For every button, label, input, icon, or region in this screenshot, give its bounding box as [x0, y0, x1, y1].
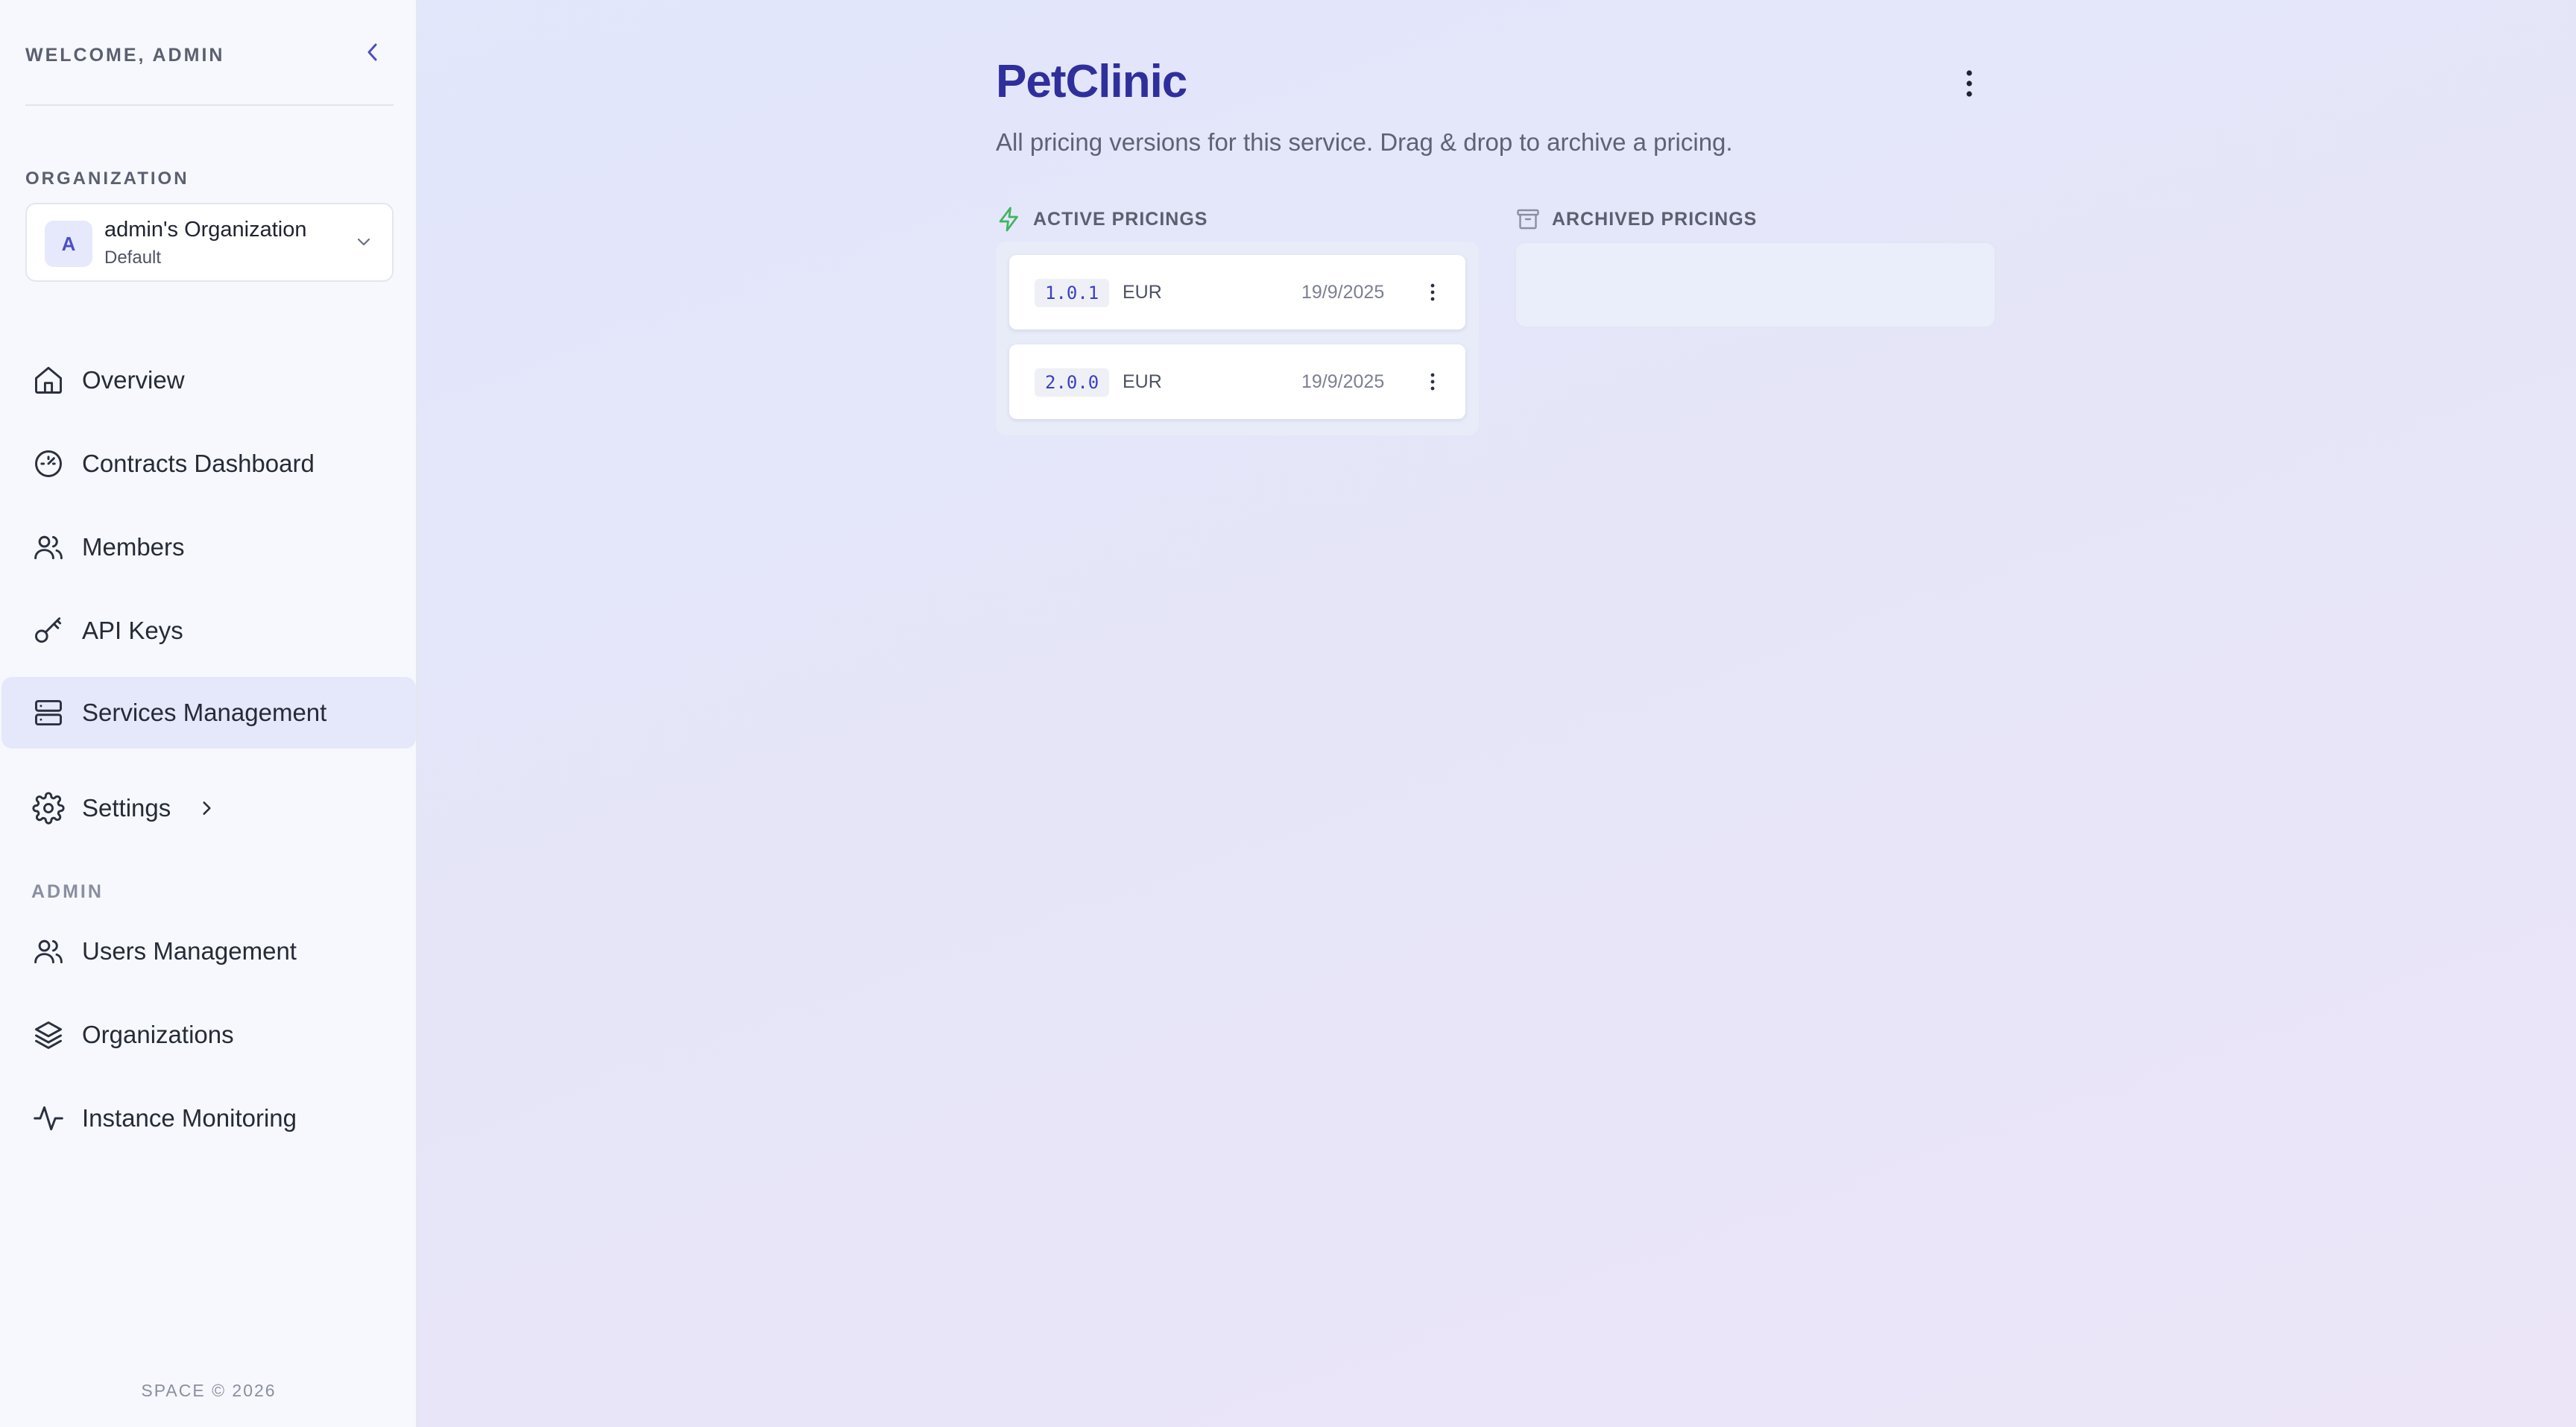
nav-label: Services Management: [82, 699, 327, 726]
organization-avatar: A: [45, 221, 92, 267]
key-icon: [31, 614, 66, 648]
nav-label: Members: [82, 533, 185, 561]
collapse-sidebar-button[interactable]: [359, 37, 386, 67]
page-subtitle: All pricing versions for this service. D…: [996, 128, 1733, 156]
admin-section-label: ADMIN: [31, 881, 104, 902]
pricing-card[interactable]: 2.0.0 EUR 19/9/2025: [1009, 344, 1465, 419]
gear-icon: [31, 791, 66, 825]
pricing-date: 19/9/2025: [1301, 282, 1385, 303]
chevron-down-icon: [357, 238, 370, 246]
active-pricings-header: ACTIVE PRICINGS: [996, 206, 1208, 233]
nav-item-services-management[interactable]: Services Management: [1, 677, 416, 749]
nav-item-users-management[interactable]: Users Management: [1, 916, 416, 987]
nav-label: Instance Monitoring: [82, 1104, 297, 1132]
organization-role: Default: [104, 248, 162, 268]
users-icon: [31, 934, 66, 968]
users-icon: [31, 530, 66, 564]
active-pricings-dropzone[interactable]: 1.0.1 EUR 19/9/2025 2.0.0 EUR 19/9/2025: [996, 242, 1479, 435]
nav-item-members[interactable]: Members: [1, 511, 416, 583]
layers-icon: [31, 1018, 66, 1052]
nav-item-overview[interactable]: Overview: [1, 344, 416, 416]
activity-icon: [31, 1101, 66, 1135]
sidebar-divider: [25, 104, 394, 106]
home-icon: [31, 363, 66, 397]
pricing-version: 1.0.1: [1035, 279, 1110, 307]
nav-item-api-keys[interactable]: API Keys: [1, 595, 416, 667]
pricing-options-button[interactable]: [1418, 364, 1448, 400]
nav-item-instance-monitoring[interactable]: Instance Monitoring: [1, 1083, 416, 1154]
pricing-version: 2.0.0: [1035, 368, 1110, 397]
nav-label: Settings: [82, 794, 171, 822]
server-icon: [31, 696, 66, 730]
chevron-left-icon: [367, 43, 377, 61]
organization-name: admin's Organization: [104, 218, 307, 242]
nav-label: API Keys: [82, 617, 183, 644]
nav-item-contracts-dashboard[interactable]: Contracts Dashboard: [1, 428, 416, 500]
pricing-options-button[interactable]: [1418, 274, 1448, 310]
chevron-right-icon: [203, 801, 211, 815]
gauge-icon: [31, 447, 66, 481]
nav-item-settings[interactable]: Settings: [1, 772, 416, 844]
page-title: PetClinic: [996, 56, 1187, 107]
sidebar: WELCOME, ADMIN ORGANIZATION A admin's Or…: [0, 0, 417, 1427]
welcome-text: WELCOME, ADMIN: [25, 45, 225, 66]
organization-selector[interactable]: A admin's Organization Default: [25, 203, 394, 282]
service-options-button[interactable]: [1953, 64, 1986, 103]
more-vertical-icon: [1966, 70, 1972, 97]
nav-label: Users Management: [82, 937, 297, 965]
nav-label: Overview: [82, 366, 185, 394]
nav-label: Organizations: [82, 1021, 234, 1048]
pricing-currency: EUR: [1123, 371, 1162, 392]
active-pricings-label: ACTIVE PRICINGS: [1033, 208, 1208, 230]
archived-pricings-dropzone[interactable]: [1515, 242, 1996, 328]
lightning-icon: [999, 207, 1018, 232]
pricing-card[interactable]: 1.0.1 EUR 19/9/2025: [1009, 255, 1465, 330]
archive-icon: [1517, 209, 1539, 230]
pricing-date: 19/9/2025: [1301, 371, 1385, 392]
organization-label: ORGANIZATION: [25, 168, 189, 189]
more-vertical-icon: [1430, 283, 1435, 301]
nav-label: Contracts Dashboard: [82, 450, 315, 477]
more-vertical-icon: [1430, 373, 1435, 391]
archived-pricings-header: ARCHIVED PRICINGS: [1515, 206, 1757, 233]
nav-item-organizations[interactable]: Organizations: [1, 999, 416, 1071]
sidebar-footer: SPACE © 2026: [141, 1381, 277, 1400]
archived-pricings-label: ARCHIVED PRICINGS: [1552, 208, 1758, 230]
pricing-currency: EUR: [1123, 282, 1162, 303]
